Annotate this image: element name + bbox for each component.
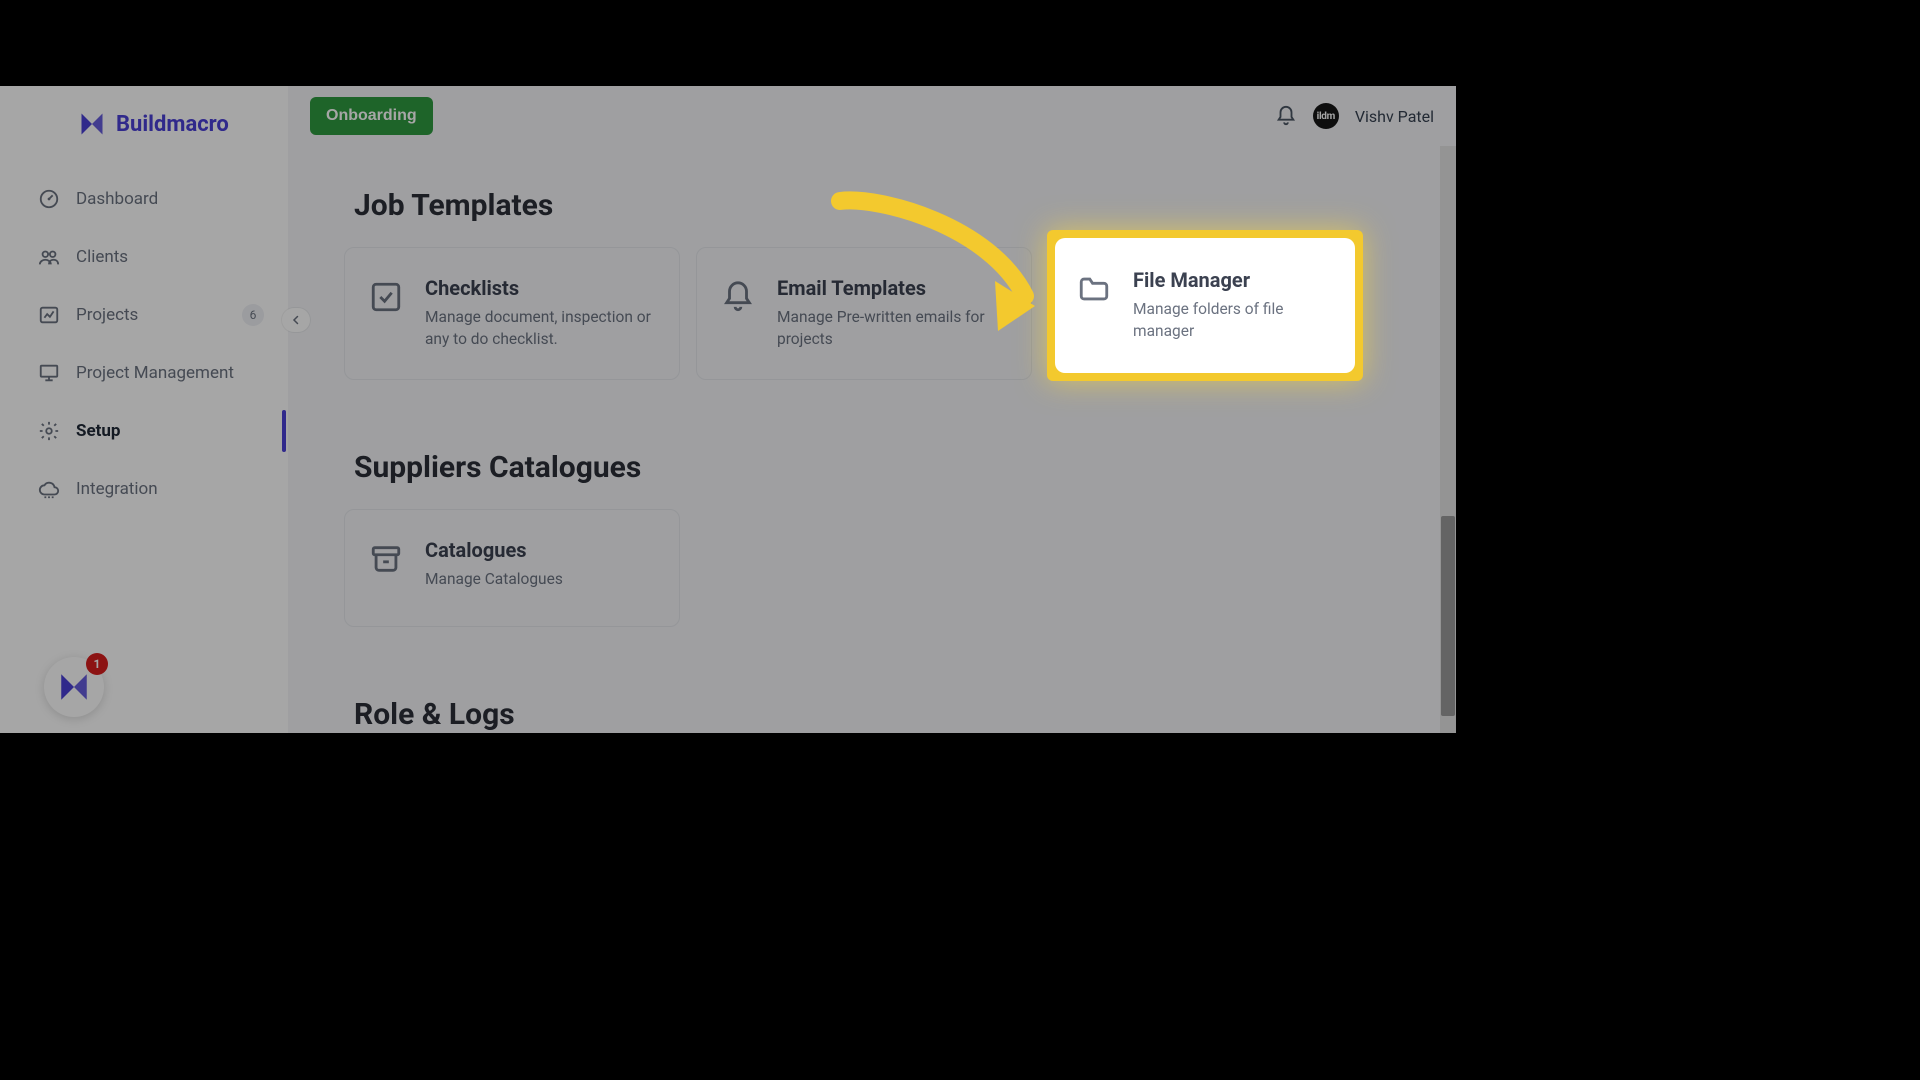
- sidebar-item-label: Dashboard: [76, 189, 158, 209]
- sidebar-item-integration[interactable]: Integration: [0, 460, 288, 518]
- card-catalogues[interactable]: Catalogues Manage Catalogues: [344, 509, 680, 627]
- avatar[interactable]: ildm: [1313, 103, 1339, 129]
- section-title-roles: Role & Logs: [354, 697, 1434, 732]
- card-title: Catalogues: [425, 538, 563, 562]
- card-title: Email Templates: [777, 276, 1007, 300]
- sidebar-item-project-management[interactable]: Project Management: [0, 344, 288, 402]
- sidebar: Buildmacro Dashboard Clients Projects 6 …: [0, 86, 288, 733]
- brand-name: Buildmacro: [116, 112, 229, 137]
- sidebar-item-projects[interactable]: Projects 6: [0, 286, 288, 344]
- highlight-frame: File Manager Manage folders of file mana…: [1047, 230, 1363, 381]
- suppliers-cards: Catalogues Manage Catalogues: [344, 509, 1434, 627]
- help-bubble[interactable]: 1: [44, 657, 104, 717]
- user-name: Vishv Patel: [1355, 107, 1434, 126]
- sidebar-item-label: Clients: [76, 247, 128, 267]
- sidebar-item-label: Setup: [76, 421, 120, 441]
- card-desc: Manage Catalogues: [425, 568, 563, 590]
- brand-mark-icon: [57, 670, 91, 704]
- brand-mark-icon: [78, 110, 106, 138]
- gauge-icon: [38, 188, 60, 210]
- brand-logo[interactable]: Buildmacro: [0, 86, 288, 162]
- presentation-icon: [38, 362, 60, 384]
- card-email-templates[interactable]: Email Templates Manage Pre-written email…: [696, 247, 1032, 380]
- folder-icon: [1077, 272, 1111, 306]
- sidebar-item-setup[interactable]: Setup: [0, 402, 288, 460]
- checkbox-icon: [369, 280, 403, 314]
- sidebar-item-label: Integration: [76, 479, 158, 499]
- topbar: Onboarding ildm Vishv Patel: [288, 86, 1456, 146]
- users-icon: [38, 246, 60, 268]
- sidebar-item-dashboard[interactable]: Dashboard: [0, 170, 288, 228]
- gear-icon: [38, 420, 60, 442]
- scrollbar-track[interactable]: [1440, 146, 1456, 733]
- projects-count-badge: 6: [242, 304, 264, 326]
- card-checklists[interactable]: Checklists Manage document, inspection o…: [344, 247, 680, 380]
- scrollbar-thumb[interactable]: [1441, 516, 1455, 716]
- onboarding-button[interactable]: Onboarding: [310, 97, 433, 135]
- sidebar-item-label: Projects: [76, 305, 138, 325]
- sidebar-item-clients[interactable]: Clients: [0, 228, 288, 286]
- bell-icon: [721, 280, 755, 314]
- card-title: File Manager: [1133, 268, 1333, 292]
- bell-icon[interactable]: [1275, 105, 1297, 127]
- section-title-suppliers: Suppliers Catalogues: [354, 450, 1434, 485]
- section-title-job-templates: Job Templates: [354, 188, 1434, 223]
- sidebar-nav: Dashboard Clients Projects 6 Project Man…: [0, 170, 288, 518]
- help-badge: 1: [86, 653, 108, 675]
- cloud-icon: [38, 478, 60, 500]
- archive-icon: [369, 542, 403, 576]
- chart-icon: [38, 304, 60, 326]
- sidebar-item-label: Project Management: [76, 363, 234, 383]
- card-desc: Manage folders of file manager: [1133, 298, 1333, 343]
- card-file-manager[interactable]: File Manager Manage folders of file mana…: [1055, 238, 1355, 373]
- card-desc: Manage Pre-written emails for projects: [777, 306, 1007, 351]
- card-title: Checklists: [425, 276, 655, 300]
- card-desc: Manage document, inspection or any to do…: [425, 306, 655, 351]
